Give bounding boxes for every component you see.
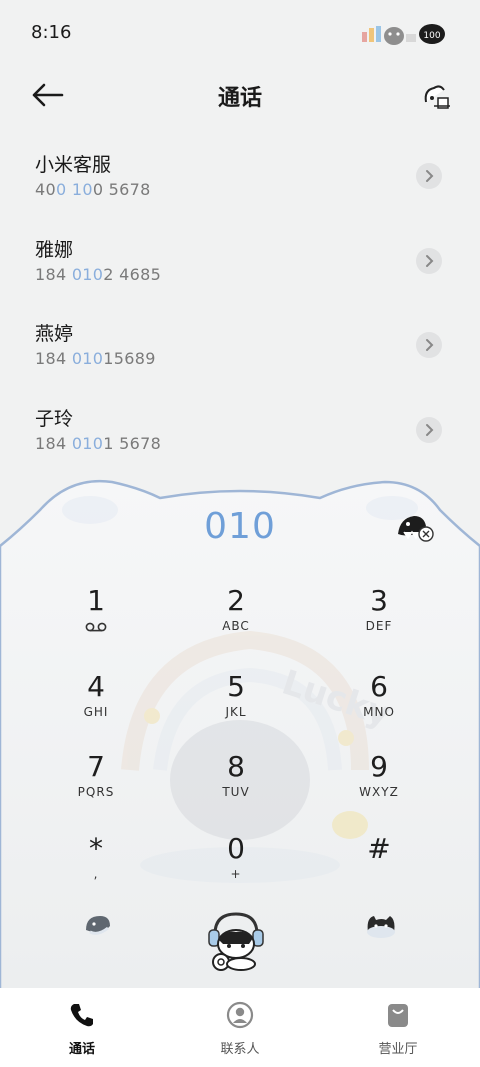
details-button[interactable]: [416, 332, 442, 358]
contact-name: 燕婷: [35, 323, 74, 345]
contact-number: 400 100 5678: [35, 180, 151, 199]
details-button[interactable]: [416, 163, 442, 189]
key-7[interactable]: 7 PQRS: [41, 750, 151, 830]
page-title: 通话: [217, 86, 262, 111]
key-9[interactable]: 9 WXYZ: [324, 750, 434, 830]
delete-sticker-icon[interactable]: [394, 510, 436, 544]
list-item[interactable]: 小米客服 400 100 5678: [0, 140, 480, 225]
status-bar: 8:16 100: [0, 0, 480, 66]
key-5[interactable]: 5 JKL: [181, 670, 291, 750]
contact-name: 子玲: [35, 407, 74, 430]
list-item[interactable]: 雅娜 184 0102 4685: [0, 225, 480, 310]
key-1[interactable]: 1: [41, 584, 151, 664]
signal-icon: [362, 32, 367, 42]
cat-sticker-right-icon[interactable]: [364, 910, 398, 940]
bag-icon: [388, 1004, 408, 1027]
details-button[interactable]: [416, 247, 442, 274]
tab-label: 营业厅: [378, 1042, 418, 1057]
cat-sticker-icon: [384, 27, 404, 45]
recent-call-list: 小米客服 400 100 5678 雅娜 184 0102 4685 燕婷 18…: [0, 140, 480, 478]
key-8[interactable]: 8 TUV: [181, 750, 291, 830]
chevron-right-icon: [426, 339, 434, 351]
tab-service-hall[interactable]: 营业厅: [348, 1000, 448, 1057]
bottom-tab-bar: 通话 联系人 营业厅: [0, 988, 480, 1067]
svg-text:100: 100: [423, 31, 440, 41]
contact-number: 184 0101 5678: [35, 433, 162, 453]
sticker-menu-icon[interactable]: [420, 80, 454, 114]
shark-sticker-left-icon[interactable]: [82, 910, 114, 940]
chevron-right-icon: [426, 254, 434, 267]
person-icon: [226, 1001, 254, 1029]
header: 通话: [0, 66, 480, 126]
key-4[interactable]: 4 GHI: [41, 670, 151, 750]
tab-label: 通话: [68, 1042, 95, 1057]
chevron-right-icon: [426, 423, 434, 436]
details-button[interactable]: [416, 416, 442, 443]
contact-number: 184 0102 4685: [35, 264, 162, 284]
contact-number: 184 01015689: [35, 349, 156, 368]
key-3[interactable]: 3 DEF: [324, 584, 434, 664]
call-button-sticker-icon[interactable]: [205, 908, 267, 972]
dialer-actions: [0, 900, 480, 980]
tab-calls[interactable]: 通话: [32, 1000, 132, 1057]
tab-contacts[interactable]: 联系人: [190, 1000, 290, 1057]
key-2[interactable]: 2 ABC: [181, 584, 291, 664]
voicemail-icon: [85, 622, 107, 632]
phone-icon: [70, 1004, 93, 1027]
tab-label: 联系人: [220, 1042, 260, 1057]
list-item[interactable]: 燕婷 184 01015689: [0, 309, 480, 394]
contact-name: 雅娜: [35, 238, 74, 261]
status-icons-sticker: 100: [362, 24, 445, 45]
contact-name: 小米客服: [35, 154, 112, 176]
status-time: 8:16: [31, 22, 72, 43]
list-item[interactable]: 子玲 184 0101 5678: [0, 394, 480, 479]
chevron-right-icon: [426, 170, 434, 182]
key-6[interactable]: 6 MNO: [324, 670, 434, 750]
